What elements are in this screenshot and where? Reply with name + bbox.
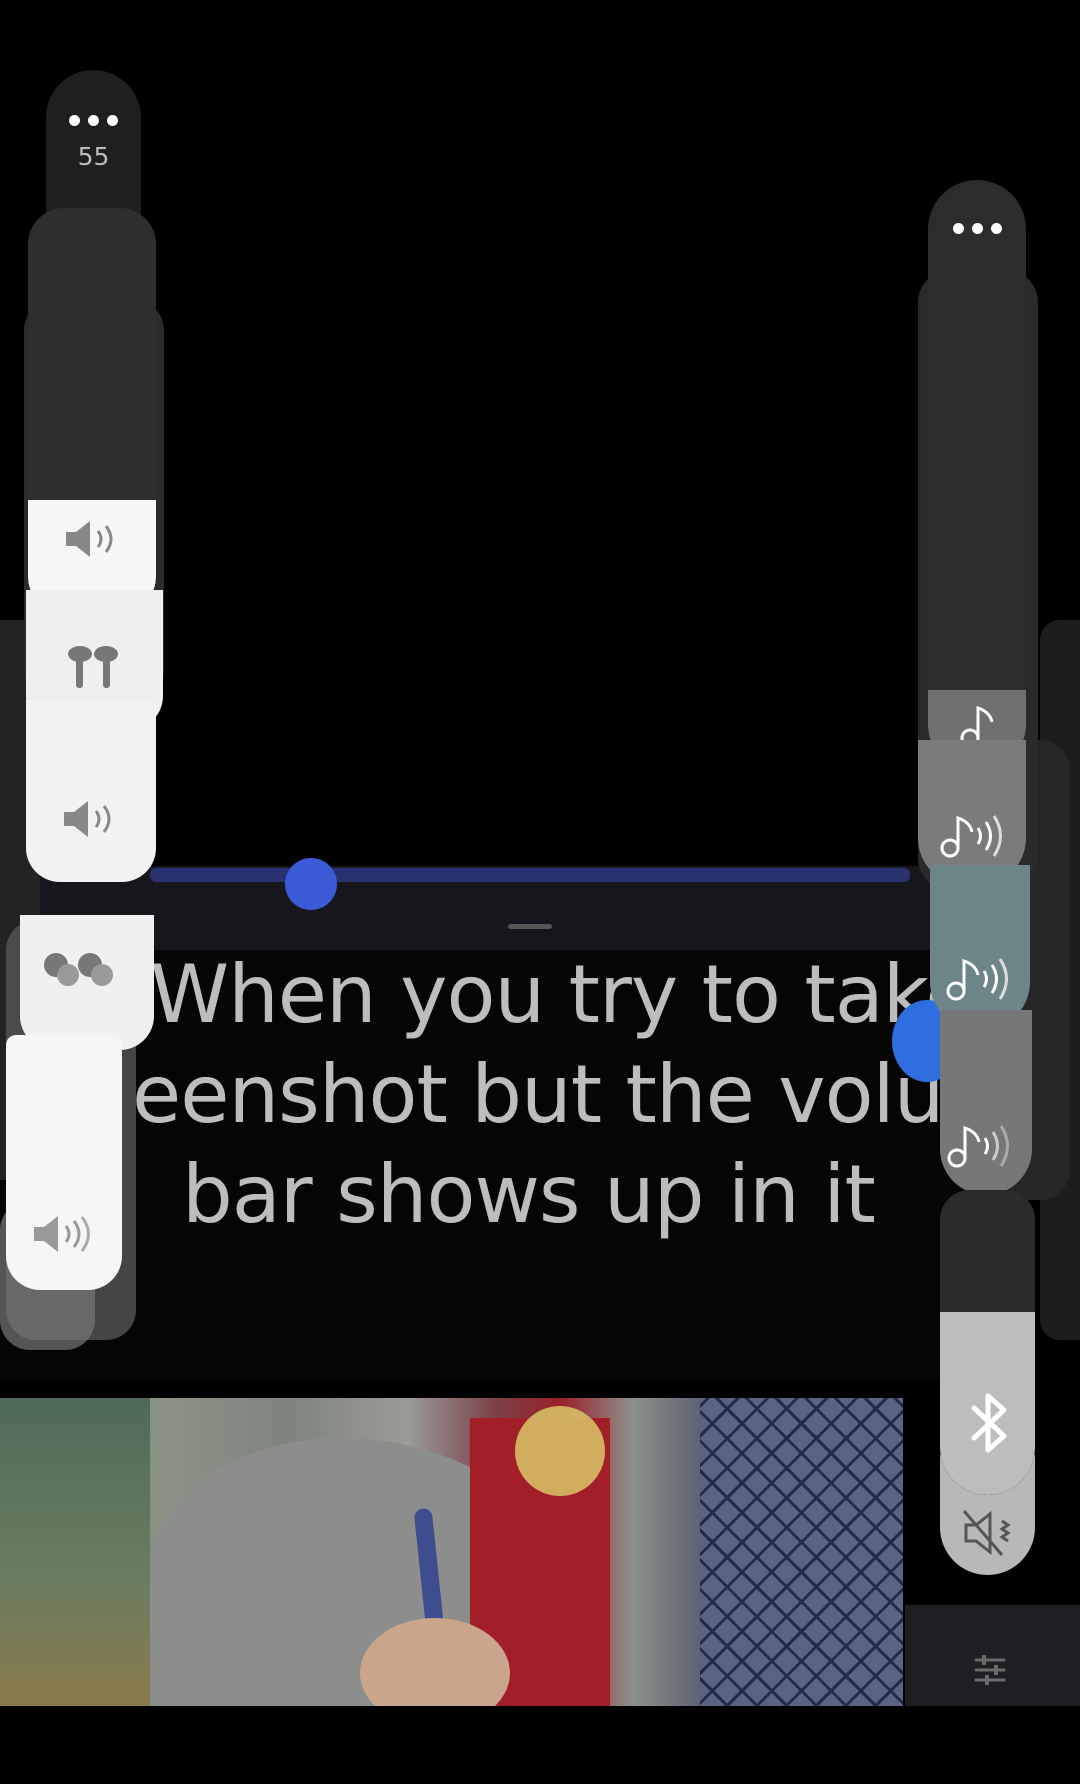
bluetooth-volume-slider[interactable] (940, 1190, 1035, 1495)
earbuds-slider[interactable] (20, 915, 154, 1050)
speaker-icon (34, 1216, 90, 1252)
music-note-sound-icon (947, 1125, 1009, 1168)
speaker-icon (66, 521, 113, 557)
music-card[interactable] (940, 1010, 1032, 1195)
bluetooth-icon (971, 1393, 1007, 1453)
volume-panel-header[interactable]: 55 (46, 70, 141, 230)
music-note-sound-icon (946, 958, 1008, 1001)
vibrate-mute-icon (962, 1510, 1011, 1556)
music-volume-slider[interactable] (928, 180, 1026, 770)
anime-image (0, 1398, 903, 1706)
music-note-sound-icon (940, 815, 1002, 858)
speaker-icon (64, 801, 111, 837)
music-card[interactable] (930, 865, 1030, 1030)
earbuds-icon (44, 953, 113, 986)
equalizer-icon[interactable] (970, 1650, 1010, 1690)
caption-line: bar shows up in it (182, 1148, 876, 1241)
seek-track (150, 868, 910, 882)
media-volume-slider[interactable] (26, 700, 156, 882)
navigation-area (0, 1706, 1080, 1784)
notification-volume-slider[interactable] (6, 1035, 122, 1290)
caption-line: eenshot but the volum (132, 1048, 1021, 1141)
earbuds-icon (68, 646, 118, 688)
more-options-icon[interactable] (46, 115, 141, 126)
volume-level: 55 (77, 142, 110, 171)
drag-handle (508, 924, 552, 929)
seek-thumb (285, 858, 337, 910)
more-options-icon[interactable] (928, 223, 1026, 234)
volume-slider[interactable] (28, 208, 156, 613)
